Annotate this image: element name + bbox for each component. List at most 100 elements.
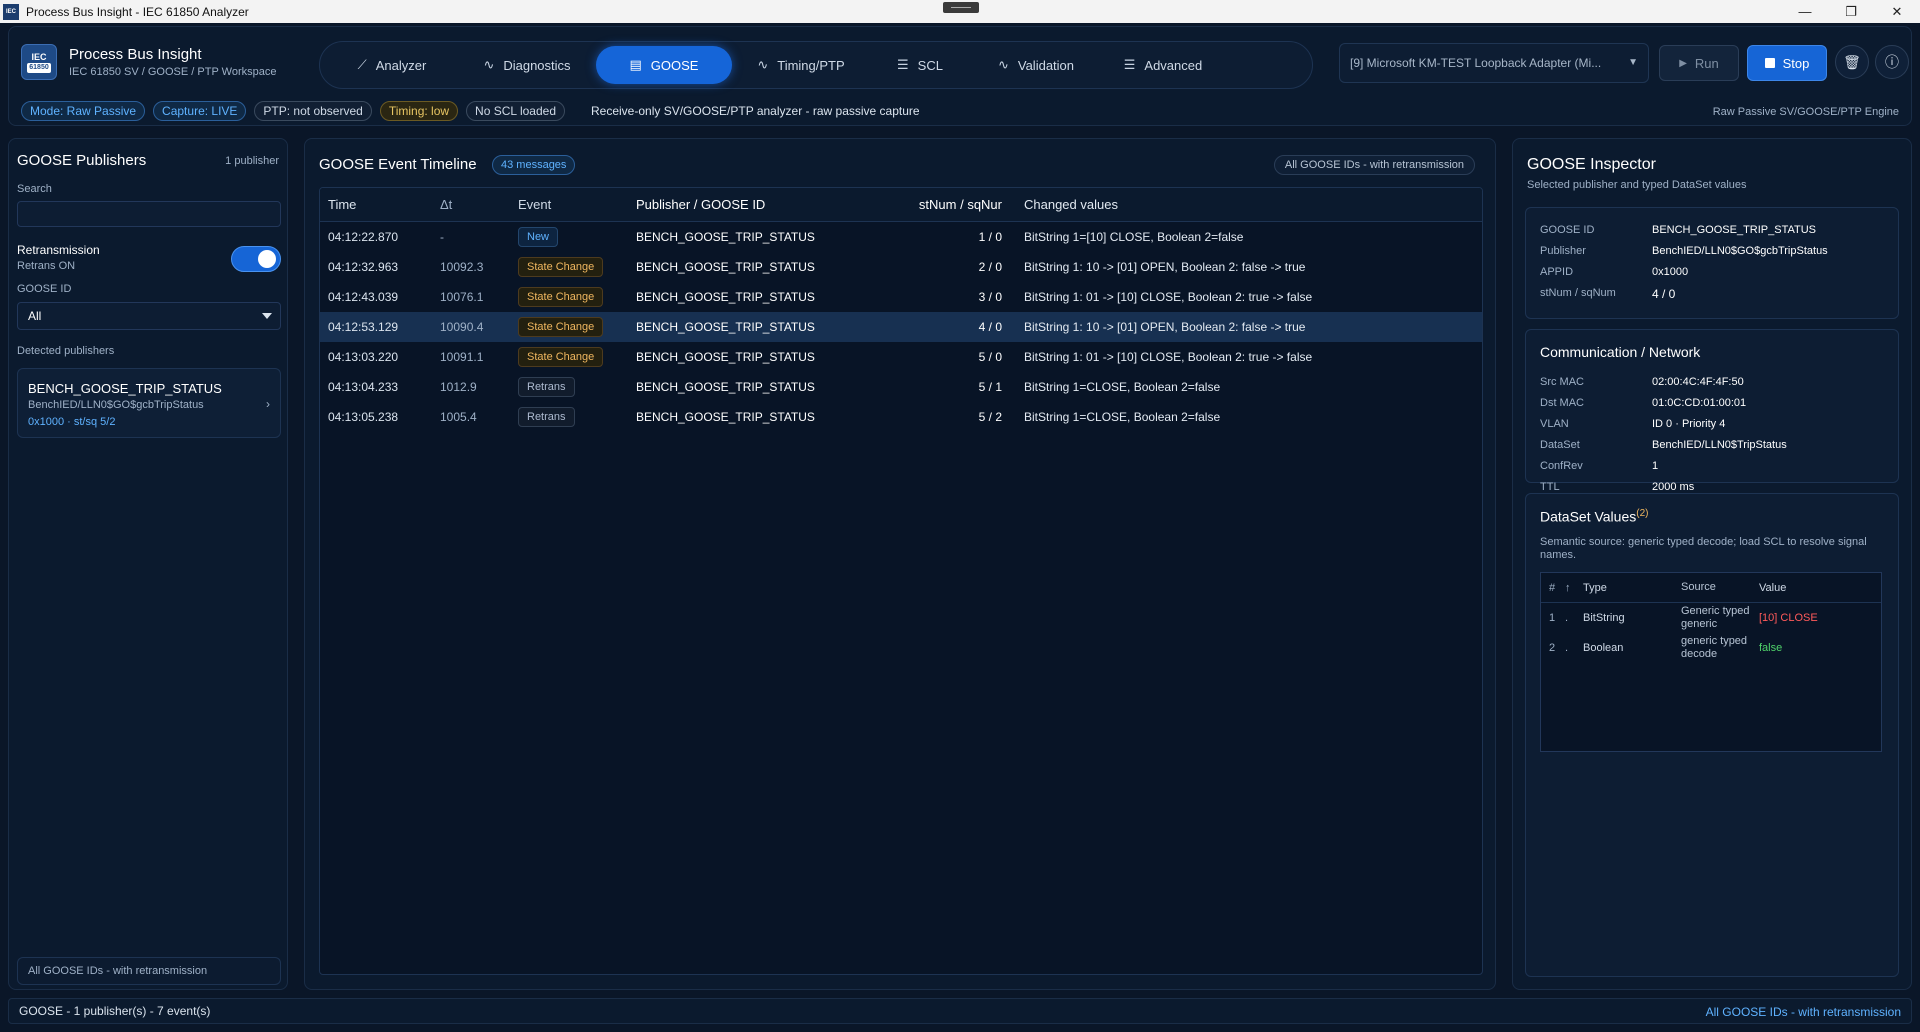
col-source[interactable]: Source (1681, 573, 1759, 603)
chevron-right-icon: › (266, 397, 270, 411)
tab-diagnostics[interactable]: ∿ Diagnostics (458, 46, 596, 84)
search-label: Search (17, 183, 52, 195)
col-publisher[interactable]: Publisher / GOOSE ID (628, 197, 912, 212)
inspector-panel: GOOSE Inspector Selected publisher and t… (1512, 138, 1912, 990)
cell-changes: BitString 1: 10 -> [01] OPEN, Boolean 2:… (1024, 320, 1306, 334)
timeline-filter-chip[interactable]: All GOOSE IDs - with retransmission (1273, 155, 1475, 175)
summary-field: GOOSE ID BENCH_GOOSE_TRIP_STATUS (1540, 224, 1816, 236)
brand-logo: IEC 61850 (21, 44, 57, 80)
timing-chip: Timing: low (379, 101, 459, 121)
cell-time: 04:13:04.233 (328, 380, 399, 394)
tab-label: SCL (917, 57, 943, 73)
app-header: IEC 61850 Process Bus Insight IEC 61850 … (8, 26, 1912, 126)
field-label: TTL (1540, 481, 1560, 493)
publishers-panel: GOOSE Publishers 1 publisher Search Retr… (8, 138, 288, 990)
col-delta[interactable]: Δt (432, 197, 510, 212)
comm-field: VLAN ID 0 · Priority 4 (1540, 418, 1725, 430)
cell-time: 04:13:05.238 (328, 410, 399, 424)
table-row[interactable]: 04:12:22.870 - New BENCH_GOOSE_TRIP_STATUS 1… (320, 222, 1482, 252)
cell-source: Generic typed generic (1681, 605, 1750, 630)
tab-label: Advanced (1144, 57, 1203, 73)
col-event[interactable]: Event (510, 197, 628, 212)
play-icon: ▶ (1679, 57, 1687, 69)
field-label: Publisher (1540, 245, 1586, 257)
cell-marker: . (1565, 612, 1569, 624)
field-value: BenchIED/LLN0$GO$gcbTripStatus (1652, 245, 1828, 257)
field-value: BenchIED/LLN0$TripStatus (1652, 439, 1787, 451)
dataset-table: # ↑ Type Source Value 1. BitString Generic… (1540, 572, 1882, 752)
timeline-panel: GOOSE Event Timeline 43 messages All GOO… (304, 138, 1496, 990)
minimize-icon[interactable]: — (1782, 0, 1828, 23)
tab-scl[interactable]: ☰ SCL (870, 46, 970, 84)
event-badge: Retrans (518, 377, 575, 397)
list-icon: ☰ (1123, 57, 1136, 72)
table-row[interactable]: 04:13:04.233 1012.9 Retrans BENCH_GOOSE_TRI… (320, 372, 1482, 402)
table-row[interactable]: 04:12:32.963 10092.3 State Change BENCH_GOO… (320, 252, 1482, 282)
pulse-icon: ∿ (483, 57, 495, 72)
publishers-title: GOOSE Publishers (17, 152, 147, 169)
detected-publishers-label: Detected publishers (17, 345, 115, 357)
field-value: BENCH_GOOSE_TRIP_STATUS (1652, 224, 1817, 236)
logo-subtext: 61850 (27, 62, 51, 73)
col-sort[interactable]: ↑ (1559, 582, 1579, 594)
field-value: 4 / 0 (1652, 287, 1676, 301)
tab-label: Diagnostics (503, 57, 571, 73)
cell-changes: BitString 1: 01 -> [10] CLOSE, Boolean 2… (1024, 350, 1313, 364)
inspector-title: GOOSE Inspector (1527, 156, 1656, 173)
table-row[interactable]: 04:13:05.238 1005.4 Retrans BENCH_GOOSE_TRI… (320, 402, 1482, 432)
field-label: Dst MAC (1540, 397, 1584, 409)
cell-stnum: 5 / 0 (978, 350, 1002, 364)
field-value: 02:00:4C:4F:4F:50 (1652, 376, 1744, 388)
field-label: VLAN (1540, 418, 1569, 430)
col-stnum[interactable]: stNum / sqNur (912, 197, 1008, 212)
col-time[interactable]: Time (320, 197, 432, 212)
cell-event: Retrans (510, 377, 628, 397)
tab-goose[interactable]: ▤ GOOSE (596, 46, 732, 84)
event-badge: State Change (518, 287, 604, 307)
dataset-title-text: DataSet Values (1540, 508, 1637, 525)
tab-advanced[interactable]: ☰ Advanced (1102, 46, 1224, 84)
retransmission-toggle[interactable] (231, 246, 281, 272)
drag-handle[interactable] (943, 2, 979, 13)
list-icon: ☰ (897, 57, 909, 72)
gooseid-select[interactable]: All (17, 302, 281, 330)
cell-event: State Change (510, 287, 628, 307)
tab-analyzer[interactable]: ⟋ Analyzer (326, 46, 458, 84)
cell-publisher: BENCH_GOOSE_TRIP_STATUS (636, 290, 815, 304)
publisher-card[interactable]: BENCH_GOOSE_TRIP_STATUS BenchIED/LLN0$GO… (17, 368, 281, 438)
cell-stnum: 5 / 2 (978, 410, 1002, 424)
cell-time: 04:12:43.039 (328, 290, 399, 304)
cell-changes: BitString 1: 10 -> [01] OPEN, Boolean 2:… (1024, 260, 1306, 274)
close-icon[interactable]: ✕ (1874, 0, 1920, 23)
search-input[interactable] (17, 201, 281, 227)
tab-timing-ptp[interactable]: ∿ Timing/PTP (732, 46, 870, 84)
table-row[interactable]: 04:12:53.129 10090.4 State Change BENCH_GOO… (320, 312, 1482, 342)
brand-subtitle: IEC 61850 SV / GOOSE / PTP Workspace (69, 66, 277, 78)
col-index[interactable]: # (1541, 582, 1559, 594)
run-button[interactable]: ▶ Run (1659, 45, 1739, 81)
field-label: APPID (1540, 266, 1574, 278)
tab-validation[interactable]: ∿ Validation (970, 46, 1102, 84)
stop-button[interactable]: Stop (1747, 45, 1827, 81)
trash-icon[interactable]: 🗑 (1835, 45, 1869, 79)
maximize-icon[interactable]: ❐ (1828, 0, 1874, 23)
caret-down-icon (262, 313, 272, 319)
dataset-row[interactable]: 2. Boolean generic typed decode false (1541, 633, 1881, 663)
dataset-row[interactable]: 1. BitString Generic typed generic [10] CLO… (1541, 603, 1881, 633)
adapter-select[interactable]: [9] Microsoft KM-TEST Loopback Adapter (… (1339, 43, 1649, 83)
dataset-title: DataSet Values(2) (1540, 508, 1648, 525)
field-label: stNum / sqNum (1540, 287, 1616, 299)
info-icon[interactable]: ⓘ (1875, 45, 1909, 79)
dataset-card: DataSet Values(2) Semantic source: gener… (1525, 493, 1899, 977)
table-row[interactable]: 04:12:43.039 10076.1 State Change BENCH_GOO… (320, 282, 1482, 312)
table-row[interactable]: 04:13:03.220 10091.1 State Change BENCH_GOO… (320, 342, 1482, 372)
col-value[interactable]: Value (1759, 582, 1786, 594)
dataset-note: Semantic source: generic typed decode; l… (1540, 536, 1867, 561)
col-type[interactable]: Type (1579, 582, 1681, 594)
summary-field: APPID 0x1000 (1540, 266, 1688, 278)
field-value: 1 (1652, 460, 1659, 472)
inspector-summary-card: GOOSE ID BENCH_GOOSE_TRIP_STATUS Publisher… (1525, 207, 1899, 319)
window-title: Process Bus Insight - IEC 61850 Analyzer (26, 4, 249, 19)
capture-chip: Capture: LIVE (153, 101, 247, 121)
col-changes[interactable]: Changed values (1008, 197, 1482, 212)
